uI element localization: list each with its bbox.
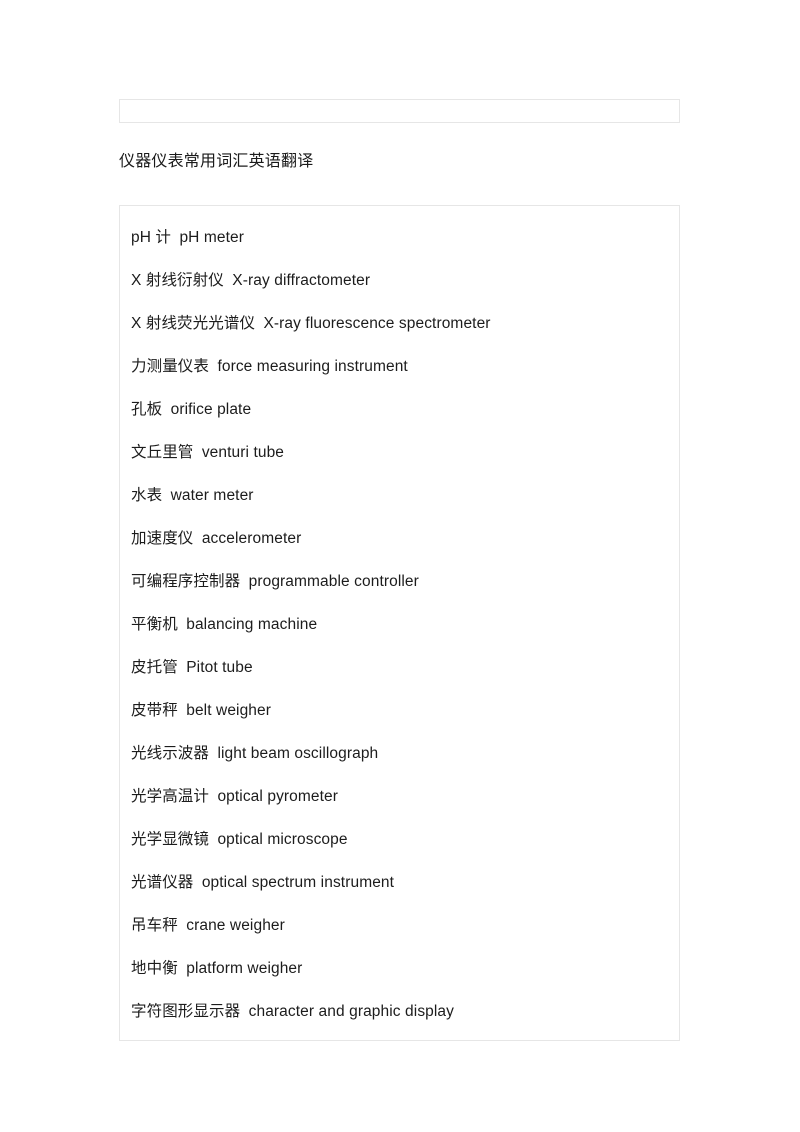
glossary-term-english: X-ray diffractometer <box>232 272 371 289</box>
glossary-term-english: light beam oscillograph <box>217 745 379 762</box>
glossary-term-chinese: 文丘里管 <box>131 444 194 461</box>
glossary-term-english: balancing machine <box>186 616 318 633</box>
glossary-box: pH 计 pH meter X 射线衍射仪 X-ray diffractomete… <box>119 205 680 1041</box>
top-empty-band <box>119 99 680 123</box>
glossary-term-english: programmable controller <box>248 573 419 590</box>
glossary-term-english: venturi tube <box>201 444 285 461</box>
glossary-entry: 文丘里管 venturi tube <box>120 431 679 474</box>
glossary-term-chinese: 加速度仪 <box>131 530 194 547</box>
glossary-term-chinese: 平衡机 <box>131 616 178 633</box>
glossary-term-english: optical pyrometer <box>217 788 339 805</box>
glossary-term-english: optical microscope <box>217 831 348 848</box>
glossary-entry: 水表 water meter <box>120 474 679 517</box>
glossary-term-chinese: 吊车秤 <box>131 917 178 934</box>
glossary-term-english: X-ray fluorescence spectrometer <box>263 315 491 332</box>
glossary-entry: 可编程序控制器 programmable controller <box>120 560 679 603</box>
glossary-term-english: crane weigher <box>186 917 285 934</box>
glossary-term-chinese: 孔板 <box>131 401 163 418</box>
glossary-term-english: force measuring instrument <box>217 358 408 375</box>
glossary-entry: 吊车秤 crane weigher <box>120 904 679 947</box>
glossary-entry: 平衡机 balancing machine <box>120 603 679 646</box>
glossary-entry: 光学高温计 optical pyrometer <box>120 775 679 818</box>
glossary-term-english: Pitot tube <box>186 659 253 676</box>
glossary-term-chinese: 力测量仪表 <box>131 358 210 375</box>
glossary-entry: X 射线荧光光谱仪 X-ray fluorescence spectromete… <box>120 302 679 345</box>
glossary-entry: 地中衡 platform weigher <box>120 947 679 990</box>
glossary-term-chinese: 光谱仪器 <box>131 874 194 891</box>
glossary-entry: 皮托管 Pitot tube <box>120 646 679 689</box>
glossary-entry: 光线示波器 light beam oscillograph <box>120 732 679 775</box>
glossary-entry: 孔板 orifice plate <box>120 388 679 431</box>
glossary-term-english: pH meter <box>179 229 244 246</box>
glossary-term-chinese: 地中衡 <box>131 960 178 977</box>
glossary-term-chinese: 字符图形显示器 <box>131 1003 241 1020</box>
glossary-term-chinese: 皮带秤 <box>131 702 178 719</box>
glossary-term-chinese: 水表 <box>131 487 163 504</box>
glossary-term-english: platform weigher <box>186 960 303 977</box>
glossary-entry: pH 计 pH meter <box>120 216 679 259</box>
glossary-entry: 光学显微镜 optical microscope <box>120 818 679 861</box>
glossary-term-english: accelerometer <box>201 530 302 547</box>
page-title: 仪器仪表常用词汇英语翻译 <box>119 153 314 170</box>
glossary-term-english: orifice plate <box>170 401 252 418</box>
glossary-term-chinese: 光线示波器 <box>131 745 210 762</box>
glossary-term-chinese: 光学显微镜 <box>131 831 210 848</box>
glossary-term-chinese: 光学高温计 <box>131 788 210 805</box>
glossary-term-chinese: X 射线荧光光谱仪 <box>131 315 256 332</box>
glossary-entry: 加速度仪 accelerometer <box>120 517 679 560</box>
glossary-term-chinese: pH 计 <box>131 229 172 246</box>
glossary-entry: 光谱仪器 optical spectrum instrument <box>120 861 679 904</box>
glossary-term-english: character and graphic display <box>248 1003 455 1020</box>
glossary-list: pH 计 pH meter X 射线衍射仪 X-ray diffractomete… <box>120 216 679 1040</box>
glossary-entry: 力测量仪表 force measuring instrument <box>120 345 679 388</box>
glossary-entry: 位移测量仪表 displacement measuring instrument <box>120 1033 679 1040</box>
glossary-term-english: water meter <box>170 487 254 504</box>
glossary-term-english: optical spectrum instrument <box>201 874 395 891</box>
glossary-entry: X 射线衍射仪 X-ray diffractometer <box>120 259 679 302</box>
glossary-entry: 皮带秤 belt weigher <box>120 689 679 732</box>
glossary-term-english: belt weigher <box>186 702 272 719</box>
document-page: 仪器仪表常用词汇英语翻译 pH 计 pH meter X 射线衍射仪 X-ray … <box>0 0 800 1132</box>
glossary-term-chinese: 皮托管 <box>131 659 178 676</box>
glossary-entry: 字符图形显示器 character and graphic display <box>120 990 679 1033</box>
glossary-term-chinese: 可编程序控制器 <box>131 573 241 590</box>
glossary-term-chinese: X 射线衍射仪 <box>131 272 224 289</box>
